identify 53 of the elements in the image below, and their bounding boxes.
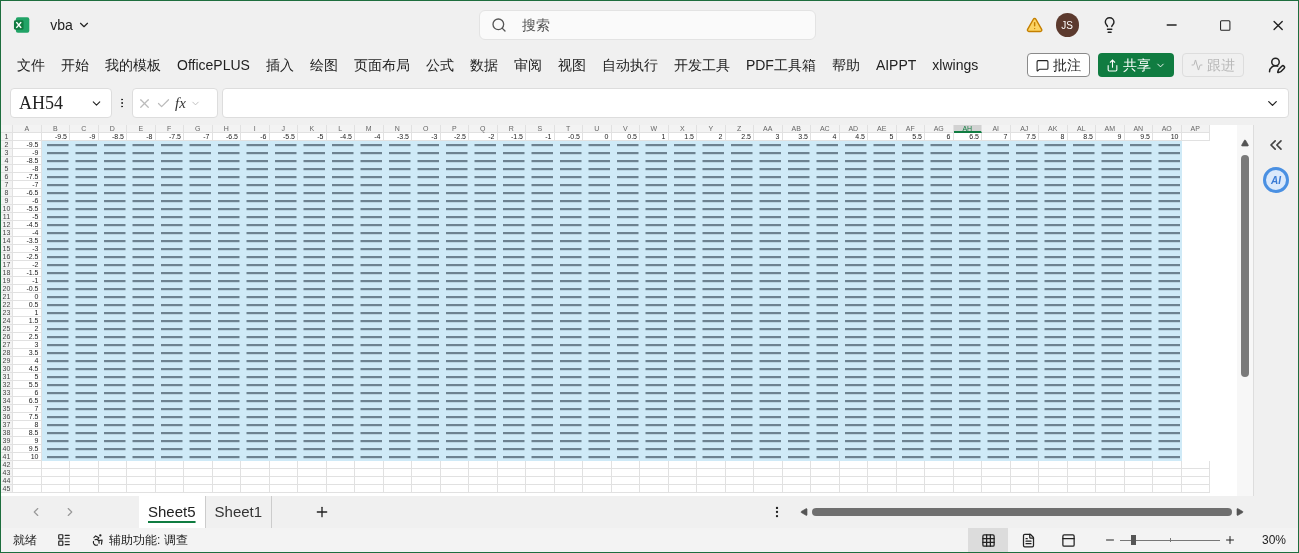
comment-button[interactable]: 批注 <box>1027 53 1090 77</box>
ribbon-tab[interactable]: 帮助 <box>823 54 868 76</box>
zoom-level[interactable]: 30% <box>1252 531 1286 549</box>
ribbon-tab[interactable]: 视图 <box>549 54 594 76</box>
normal-view-icon <box>980 532 996 548</box>
scroll-up-icon <box>1241 139 1249 147</box>
page-break-icon <box>1060 532 1076 548</box>
status-text: 就绪 <box>13 532 37 549</box>
insert-function-button[interactable]: fx <box>175 91 186 115</box>
excel-logo <box>13 16 31 34</box>
maximize-icon[interactable] <box>1219 18 1232 32</box>
scroll-thumb[interactable] <box>812 508 1233 516</box>
table-cell <box>13 133 42 141</box>
comment-icon <box>1036 58 1049 72</box>
accessibility-button[interactable]: 辅助功能: 调查 <box>109 531 188 549</box>
ribbon-tab[interactable]: 开发工具 <box>665 54 738 76</box>
vertical-scrollbar[interactable] <box>1237 125 1253 496</box>
ribbon-tab[interactable]: 自动执行 <box>593 54 666 76</box>
account-avatar[interactable]: JS <box>1055 13 1079 37</box>
ribbon-tab[interactable]: 文件 <box>9 54 53 76</box>
search-field[interactable]: 搜索 <box>478 10 817 40</box>
zoom-in-icon[interactable] <box>1224 534 1236 546</box>
coauthor-icon[interactable] <box>1268 56 1286 74</box>
scroll-right-icon <box>1236 508 1245 516</box>
formula-input[interactable] <box>222 88 1289 118</box>
sheet-tab[interactable]: Sheet5 <box>139 496 206 528</box>
share-button[interactable]: 共享 <box>1098 53 1174 77</box>
activity-icon <box>1191 59 1203 71</box>
ribbon-tab[interactable]: 页面布局 <box>345 54 418 76</box>
ribbon-tab[interactable]: xlwings <box>924 54 987 76</box>
ribbon-tab[interactable]: 开始 <box>53 54 97 76</box>
scroll-left-icon <box>800 508 809 516</box>
page-layout-icon <box>1020 532 1036 548</box>
ribbon-tab[interactable]: OfficePLUS <box>169 54 258 76</box>
accessibility-icon[interactable] <box>91 533 105 547</box>
table-cell <box>1181 133 1210 141</box>
search-icon <box>490 17 507 33</box>
view-button[interactable] <box>968 528 1008 552</box>
scroll-thumb[interactable] <box>1241 155 1249 377</box>
ribbon-tab[interactable]: 审阅 <box>505 54 550 76</box>
ribbon-tab[interactable]: 公式 <box>417 54 462 76</box>
ribbon-tab[interactable]: 插入 <box>257 54 302 76</box>
share-icon <box>1106 58 1119 72</box>
ribbon-tab[interactable]: 绘图 <box>301 54 346 76</box>
ribbon-tab[interactable]: PDF工具箱 <box>737 54 824 76</box>
zoom-slider[interactable] <box>1120 534 1220 546</box>
name-box[interactable]: AH54 <box>10 88 112 118</box>
ribbon-tab[interactable]: 数据 <box>461 54 506 76</box>
ribbon-tab[interactable]: AIPPT <box>867 54 925 76</box>
warning-icon[interactable] <box>1026 16 1044 34</box>
macro-recording-icon[interactable] <box>57 533 71 547</box>
ribbon-tab[interactable]: 我的模板 <box>97 54 169 76</box>
file-name-menu[interactable]: vba <box>50 14 91 36</box>
